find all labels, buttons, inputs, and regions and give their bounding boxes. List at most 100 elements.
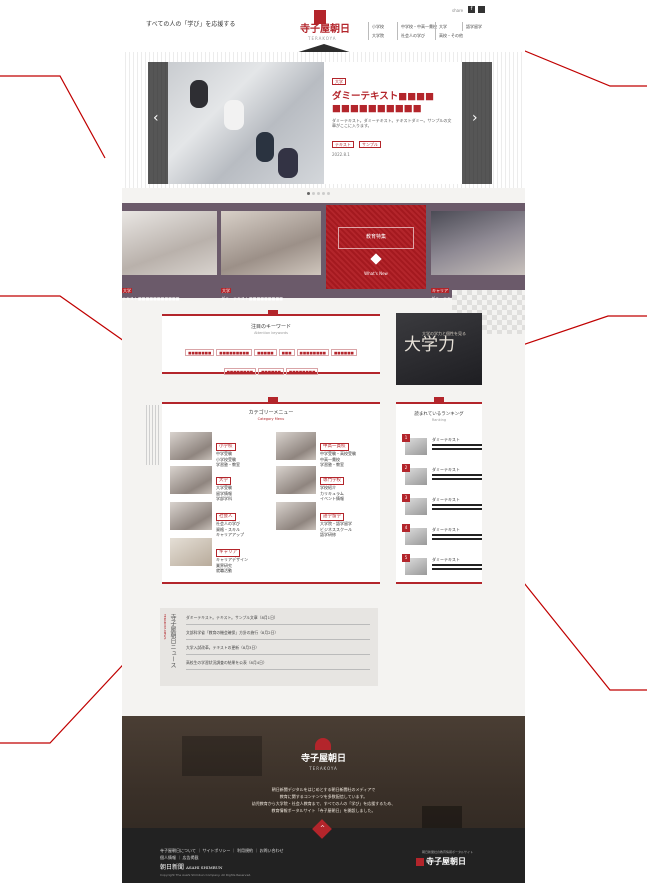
category-item-study-abroad[interactable]: 語学留学 大学院・語学留学 ビジネススクール 語学研修 xyxy=(276,502,376,537)
hero-card[interactable]: 大学 ダミーテキスト■■■■ ■■■■■■■■■■ ダミーテキスト。ダミーテキス… xyxy=(324,62,462,184)
page-column: すべての人の「学び」を応援する 寺子屋朝日 TERAKOYA share f 小… xyxy=(122,0,525,883)
category-line: 大学院・語学留学 xyxy=(320,521,352,526)
feature-photo-1[interactable] xyxy=(122,211,217,275)
ranking-item[interactable]: 4 ダミーテキスト xyxy=(402,524,484,550)
news-item[interactable]: 大学入試改革。テキストの更新（8月3日） xyxy=(186,640,370,655)
keyword-chip[interactable]: ■■■■■■■■ xyxy=(296,349,329,356)
category-item-junior[interactable]: 中高一貫校 中学受験・高校受験 中高一貫校 学習塾・教室 xyxy=(276,432,376,467)
banner-text: 大学力 xyxy=(404,335,455,355)
category-title: カテゴリーメニュー xyxy=(248,410,294,416)
ranking-subtitle: Ranking xyxy=(431,418,447,422)
footer-bottom: ^ 寺子屋朝日について ｜ サイトポリシー ｜ 利用規約 ｜ お問い合わせ 個人… xyxy=(122,819,525,883)
keyword-chip[interactable]: ■■■■■■ xyxy=(331,349,357,356)
logo-sub: TERAKOYA xyxy=(308,36,337,41)
nav-link[interactable]: 高校・その他 xyxy=(435,31,463,40)
news-item[interactable]: 高校生の学習状況調査の結果を公表（8月4日） xyxy=(186,655,370,670)
carousel-dot[interactable] xyxy=(312,192,315,195)
carousel-dot[interactable] xyxy=(307,192,310,195)
category-tag: 専門学校 xyxy=(320,477,344,485)
category-item-adult[interactable]: 社会人 社会人の学び 資格・スキル キャリアアップ xyxy=(170,502,270,537)
carousel-dot[interactable] xyxy=(322,192,325,195)
banner-sub: 大学の学力と個性を見る xyxy=(422,331,466,336)
news-vertical-title: 寺子屋朝日ニュース xyxy=(169,614,176,668)
category-item-career[interactable]: キャリア キャリアデザイン 業界研究 就職活動 xyxy=(170,538,270,573)
category-thumb xyxy=(276,466,316,494)
keyword-chip[interactable]: ■■■■■■■■ xyxy=(285,368,319,375)
keyword-chip[interactable]: ■■■■■■■■■ xyxy=(216,349,253,356)
footer-links-row2: 個人情報 ｜ 広告掲載 xyxy=(160,855,199,860)
ranking-label: ダミーテキスト xyxy=(432,527,460,532)
hero-tag[interactable]: 大学 xyxy=(332,78,346,85)
category-line: 中学受験・高校受験 xyxy=(320,451,356,456)
nav-link[interactable]: 語学留学 xyxy=(462,22,482,31)
nav-link[interactable]: 中学校・中高一貫校 xyxy=(397,22,437,31)
ranking-label: ダミーテキスト xyxy=(432,467,460,472)
footer-link[interactable]: 広告掲載 xyxy=(183,855,199,860)
nav-col-2: 中学校・中高一貫校 社会人の学び xyxy=(397,22,437,40)
feature-photo-3[interactable] xyxy=(431,211,525,275)
nav-link[interactable]: 小学校 xyxy=(368,22,384,31)
feature-photo-2[interactable] xyxy=(221,211,321,275)
footer-link[interactable]: サイトポリシー xyxy=(202,848,230,853)
feature-caption-1[interactable]: 大学 テキスト■■■■■■■■■■■ xyxy=(122,277,221,301)
keyword-chip[interactable]: ■■■■■■■ xyxy=(185,349,215,356)
next-arrow-icon[interactable]: › xyxy=(472,110,478,126)
footer-logo[interactable]: 寺子屋朝日 xyxy=(122,754,525,764)
logo[interactable]: 寺子屋朝日 xyxy=(300,24,350,35)
logo-emblem-icon xyxy=(314,10,326,24)
hero-next-area[interactable]: › xyxy=(462,62,492,184)
hero-chip[interactable]: テキスト xyxy=(332,141,354,148)
footer-text-line: 教育情報ポータルサイト「寺子屋朝日」を開設しました。 xyxy=(271,808,376,813)
carousel-dot[interactable] xyxy=(317,192,320,195)
footer-link[interactable]: 寺子屋朝日について xyxy=(160,848,196,853)
category-line: 語学研修 xyxy=(320,532,336,537)
copyright: Copyright The Asahi Shimbun Company. All… xyxy=(160,873,252,877)
category-item-vocational[interactable]: 専門学校 学校紹介 カリキュラム イベント情報 xyxy=(276,466,376,501)
nav-link[interactable]: 大学院 xyxy=(368,31,384,40)
keyword-chip[interactable]: ■■■■■■ xyxy=(258,368,284,375)
keyword-chip[interactable]: ■■■■■ xyxy=(254,349,277,356)
ranking-item[interactable]: 1 ダミーテキスト xyxy=(402,434,484,460)
hero-prev-area[interactable]: ‹ xyxy=(148,62,168,184)
footer-link[interactable]: お問い合わせ xyxy=(260,848,284,853)
hero-image[interactable] xyxy=(168,62,324,184)
ranking-item[interactable]: 2 ダミーテキスト xyxy=(402,464,484,490)
category-item-elementary[interactable]: 小学校 中学受験 小学校受験 学習塾・教室 xyxy=(170,432,270,467)
feature-center[interactable]: 教育特集 What's New xyxy=(326,205,426,289)
category-thumb xyxy=(170,432,212,460)
carousel-dot[interactable] xyxy=(327,192,330,195)
keywords-title: 注目のキーワード xyxy=(250,324,291,330)
keywords-subtitle: Attention keywords xyxy=(254,331,288,335)
ranking-item[interactable]: 5 ダミーテキスト xyxy=(402,554,484,580)
category-tag: 小学校 xyxy=(216,443,236,451)
carousel-dots[interactable] xyxy=(306,180,331,199)
ranking-item[interactable]: 3 ダミーテキスト xyxy=(402,494,484,520)
prev-arrow-icon[interactable]: ‹ xyxy=(153,110,159,126)
keyword-chip[interactable]: ■■■■■■■■ xyxy=(223,368,257,375)
news-item[interactable]: 文部科学省「教育の機会確保」方針の施行（8月2日） xyxy=(186,625,370,640)
category-item-university[interactable]: 大学 大学受験 留学情報 学部学科 xyxy=(170,466,270,501)
banner-ad[interactable]: 大学力 大学の学力と個性を見る xyxy=(396,313,482,385)
footer-text-line: 教育に関するコンテンツを多数配信しています。 xyxy=(279,794,368,799)
category-panel: カテゴリーメニュー Category Menu 小学校 中学受験 小学校受験 学… xyxy=(162,402,380,584)
category-thumb xyxy=(170,466,212,494)
nav-col-1: 小学校 大学院 xyxy=(368,22,384,40)
person-figure xyxy=(256,132,274,162)
category-tag: キャリア xyxy=(216,549,240,557)
nav-link[interactable]: 社会人の学び xyxy=(397,31,437,40)
ranking-number: 2 xyxy=(402,464,410,472)
ranking-number: 1 xyxy=(402,434,410,442)
footer-link[interactable]: 個人情報 xyxy=(160,855,176,860)
hero-chip[interactable]: サンプル xyxy=(358,141,381,148)
ranking-number: 3 xyxy=(402,494,410,502)
footer-right-small: 朝日新聞社の教育情報ポータルサイト xyxy=(422,850,474,854)
nav-link[interactable]: 大学 xyxy=(435,22,463,31)
feature-caption-2[interactable]: 大学 ダミーテキスト■■■■■■■■■ xyxy=(221,277,321,301)
keyword-chip[interactable]: ■■■ xyxy=(278,349,295,356)
news-section: 寺子屋朝日ニュース TERAKOYA NEWS ダミーテキスト。テキスト。サンプ… xyxy=(160,608,378,686)
facebook-icon[interactable]: f xyxy=(468,6,475,13)
footer-link[interactable]: 利用規約 xyxy=(237,848,253,853)
news-item[interactable]: ダミーテキスト。テキスト。サンプル文章（8月1日） xyxy=(186,610,370,625)
footer-right-logo[interactable]: 寺子屋朝日 xyxy=(426,856,466,866)
twitter-icon[interactable] xyxy=(478,6,485,13)
